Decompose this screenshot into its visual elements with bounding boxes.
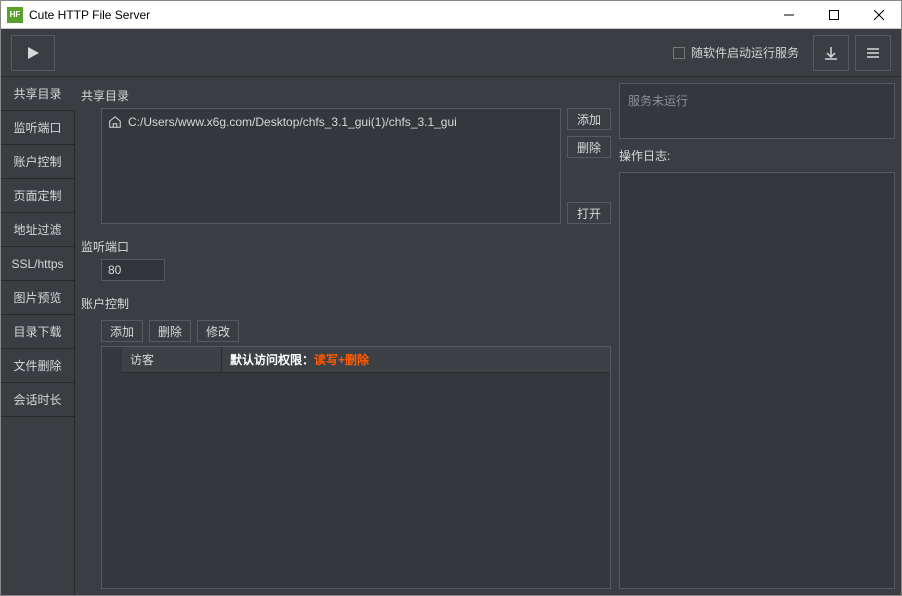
sidebar-item-file-delete[interactable]: 文件删除	[1, 349, 75, 383]
log-title: 操作日志:	[619, 147, 895, 164]
shared-dir-path: C:/Users/www.x6g.com/Desktop/chfs_3.1_gu…	[128, 115, 457, 129]
status-text: 服务未运行	[628, 94, 688, 108]
account-del-button[interactable]: 删除	[149, 320, 191, 342]
window-title: Cute HTTP File Server	[29, 8, 150, 22]
account-col-guest: 访客	[122, 347, 222, 372]
shared-open-button[interactable]: 打开	[567, 202, 611, 224]
startup-checkbox[interactable]: 随软件启动运行服务	[673, 44, 799, 61]
account-table[interactable]: 访客 默认访问权限：读写+删除	[101, 346, 611, 589]
download-button[interactable]	[813, 35, 849, 71]
sidebar-item-ssl[interactable]: SSL/https	[1, 247, 75, 281]
perm-value: 读写+删除	[314, 353, 369, 367]
sidebar-item-image-preview[interactable]: 图片预览	[1, 281, 75, 315]
shared-title: 共享目录	[81, 87, 611, 104]
shared-add-button[interactable]: 添加	[567, 108, 611, 130]
port-section: 监听端口	[81, 234, 611, 281]
close-button[interactable]	[856, 1, 901, 29]
startup-label: 随软件启动运行服务	[691, 44, 799, 61]
settings-pane: 共享目录 C:/Users/www.x6g.com/Desktop/chfs_3…	[81, 83, 611, 589]
content: 共享目录 C:/Users/www.x6g.com/Desktop/chfs_3…	[75, 77, 901, 595]
sidebar-item-page-custom[interactable]: 页面定制	[1, 179, 75, 213]
checkbox-icon	[673, 47, 685, 59]
shared-dir-list[interactable]: C:/Users/www.x6g.com/Desktop/chfs_3.1_gu…	[101, 108, 561, 224]
main: 共享目录 监听端口 账户控制 页面定制 地址过滤 SSL/https 图片预览 …	[1, 77, 901, 595]
toolbar: 随软件启动运行服务	[1, 29, 901, 77]
sidebar-item-addr-filter[interactable]: 地址过滤	[1, 213, 75, 247]
account-table-header: 访客 默认访问权限：读写+删除	[122, 347, 610, 373]
perm-label: 默认访问权限：	[230, 353, 314, 367]
minimize-button[interactable]	[766, 1, 811, 29]
maximize-button[interactable]	[811, 1, 856, 29]
sidebar-item-account[interactable]: 账户控制	[1, 145, 75, 179]
port-input[interactable]	[101, 259, 165, 281]
home-icon	[108, 115, 122, 129]
shared-section: 共享目录 C:/Users/www.x6g.com/Desktop/chfs_3…	[81, 83, 611, 224]
sidebar-item-dir-download[interactable]: 目录下载	[1, 315, 75, 349]
start-server-button[interactable]	[11, 35, 55, 71]
port-title: 监听端口	[81, 238, 611, 255]
account-section: 账户控制 添加 删除 修改 访客 默认访问权限：读写+删除	[81, 291, 611, 589]
sidebar-item-session[interactable]: 会话时长	[1, 383, 75, 417]
shared-del-button[interactable]: 删除	[567, 136, 611, 158]
log-box[interactable]	[619, 172, 895, 589]
right-pane: 服务未运行 操作日志:	[619, 83, 895, 589]
shared-dir-item[interactable]: C:/Users/www.x6g.com/Desktop/chfs_3.1_gu…	[106, 113, 556, 131]
sidebar: 共享目录 监听端口 账户控制 页面定制 地址过滤 SSL/https 图片预览 …	[1, 77, 75, 595]
account-title: 账户控制	[81, 295, 611, 312]
account-add-button[interactable]: 添加	[101, 320, 143, 342]
app-icon: HF	[7, 7, 23, 23]
sidebar-item-listen-port[interactable]: 监听端口	[1, 111, 75, 145]
account-edit-button[interactable]: 修改	[197, 320, 239, 342]
titlebar: HF Cute HTTP File Server	[1, 1, 901, 29]
account-col-perm: 默认访问权限：读写+删除	[222, 347, 610, 372]
status-box: 服务未运行	[619, 83, 895, 139]
sidebar-item-shared-dir[interactable]: 共享目录	[1, 77, 75, 111]
menu-button[interactable]	[855, 35, 891, 71]
